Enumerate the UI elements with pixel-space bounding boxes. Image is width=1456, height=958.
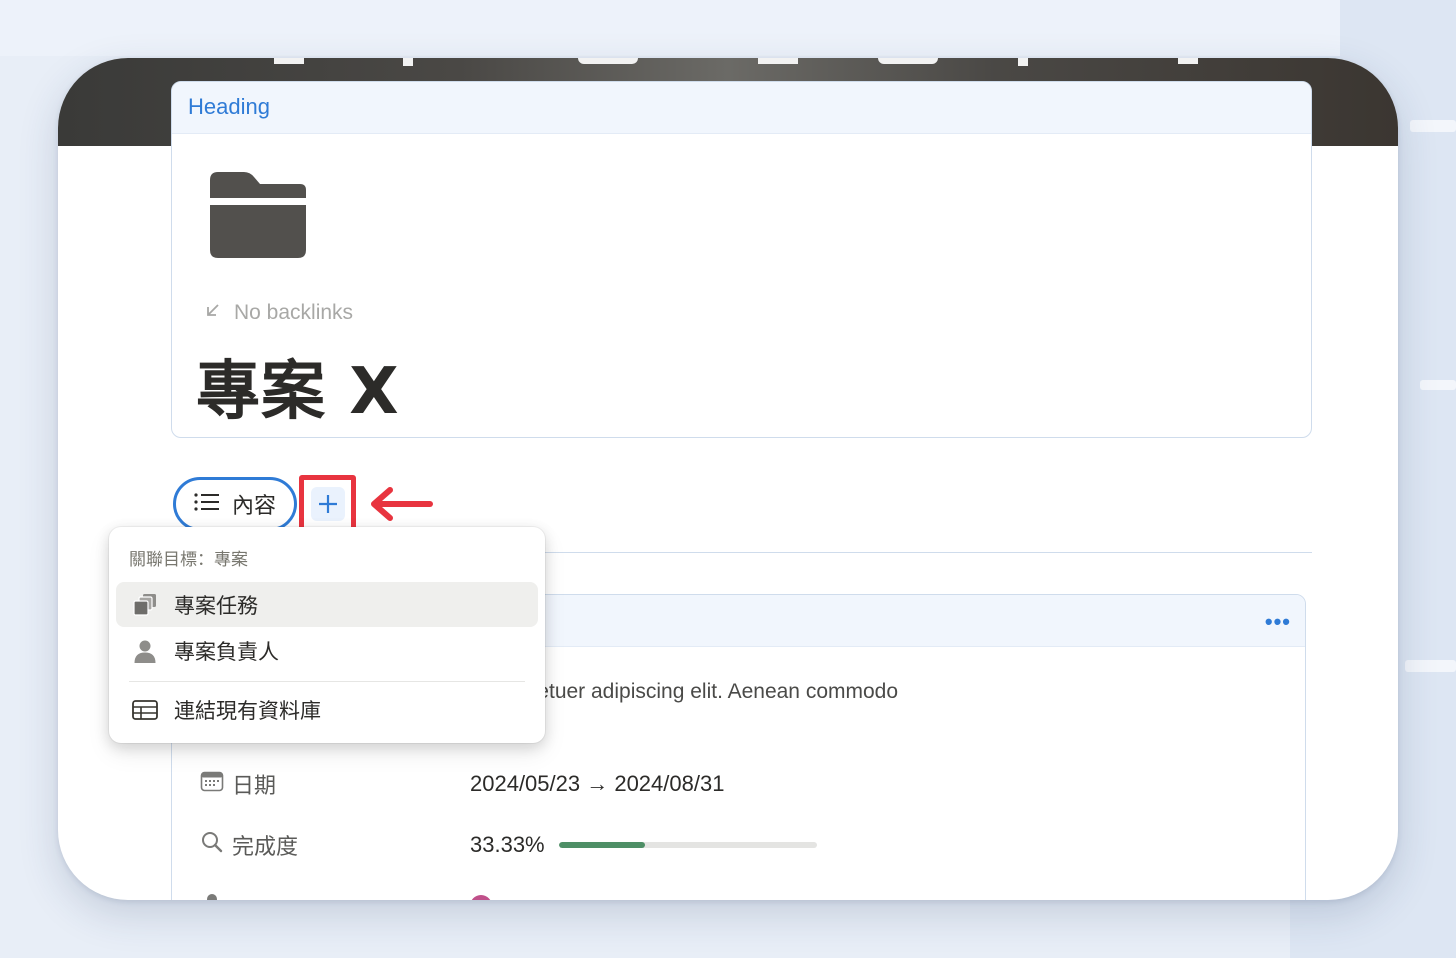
menu-item-label: 專案負責人 (174, 639, 279, 664)
completion-percent: 33.33% (470, 832, 545, 857)
list-icon (194, 492, 220, 517)
search-icon (200, 830, 224, 860)
tab-divider (544, 552, 1312, 553)
heading-label: Heading (172, 82, 1311, 134)
background-decoration (1410, 120, 1456, 132)
property-row-date[interactable]: 日期 2024/05/23 → 2024/08/31 (200, 766, 724, 802)
progress-bar-fill (558, 842, 645, 848)
page-title[interactable]: 專案 X (196, 340, 400, 432)
backlinks-indicator[interactable]: No backlinks (204, 301, 353, 325)
add-tab-button[interactable] (299, 475, 356, 533)
completion-value: 33.33% (470, 832, 817, 858)
tab-content-label: 內容 (232, 494, 277, 519)
heading-card: Heading No backlinks 專案 X (171, 81, 1312, 438)
stack-pages-icon (132, 592, 158, 618)
menu-header: 關聯目標：專案 (129, 550, 248, 570)
person-icon (200, 891, 224, 900)
menu-separator (129, 681, 525, 682)
property-name (200, 891, 470, 900)
property-name: 日期 (200, 768, 470, 800)
annotation-arrow-icon (368, 484, 434, 524)
more-options-button[interactable]: ••• (1265, 609, 1291, 635)
menu-item-project-tasks[interactable]: 專案任務 (116, 582, 538, 627)
avatar (470, 895, 492, 900)
property-row-owner[interactable] (200, 888, 492, 900)
progress-bar (558, 842, 817, 848)
backlinks-text: No backlinks (234, 301, 354, 324)
table-icon (132, 697, 158, 723)
property-name: 完成度 (200, 829, 470, 861)
menu-item-label: 專案任務 (174, 593, 258, 618)
arrow-down-left-icon (204, 301, 222, 325)
plus-icon (310, 487, 345, 521)
background-strip (0, 0, 1340, 56)
menu-item-label: 連結現有資料庫 (174, 698, 321, 723)
calendar-icon (200, 770, 224, 798)
background-decoration (1405, 660, 1456, 672)
owner-value[interactable] (470, 895, 492, 900)
tab-content[interactable]: 內容 (173, 477, 297, 531)
menu-item-project-owner[interactable]: 專案負責人 (116, 628, 538, 673)
menu-item-link-existing-database[interactable]: 連結現有資料庫 (116, 687, 538, 732)
person-icon (132, 638, 158, 664)
folder-icon (210, 172, 306, 260)
app-window: Heading No backlinks 專案 X 內容 ••• Lorem i… (58, 58, 1398, 900)
date-range-value[interactable]: 2024/05/23 → 2024/08/31 (470, 771, 724, 797)
relation-dropdown-menu: 關聯目標：專案 專案任務 專案負責人 連結現有資料庫 (109, 527, 545, 743)
background-decoration (1420, 380, 1456, 390)
property-row-completion[interactable]: 完成度 33.33% (200, 827, 817, 863)
